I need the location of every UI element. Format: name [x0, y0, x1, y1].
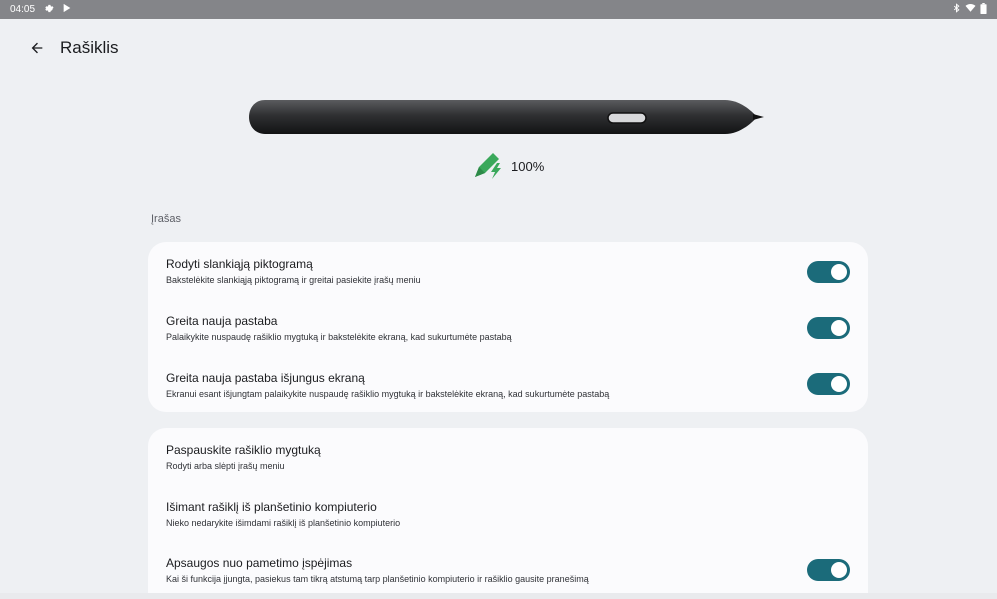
- bluetooth-icon: [952, 3, 961, 16]
- pen-illustration: [247, 96, 767, 140]
- status-time: 04:05: [10, 4, 36, 15]
- toggle-switch[interactable]: [807, 373, 850, 395]
- setting-summary: Nieko nedarykite išimdami rašiklį iš pla…: [166, 518, 401, 528]
- play-store-icon: [62, 3, 72, 16]
- setting-quick-note[interactable]: Greita nauja pastaba Palaikykite nuspaud…: [166, 314, 850, 358]
- setting-summary: Rodyti arba slėpti įrašų meniu: [166, 461, 285, 471]
- setting-pen-button[interactable]: Paspauskite rašiklio mygtuką Rodyti arba…: [166, 443, 850, 487]
- setting-summary: Ekranui esant išjungtam palaikykite nusp…: [166, 389, 610, 399]
- battery-icon: [980, 2, 987, 17]
- back-button[interactable]: [21, 32, 53, 64]
- settings-card: Paspauskite rašiklio mygtuką Rodyti arba…: [148, 428, 868, 599]
- pen-battery: 100%: [473, 152, 544, 180]
- setting-title: Rodyti slankiąją piktogramą: [166, 257, 313, 271]
- status-bar: 04:05: [0, 0, 997, 19]
- setting-title: Išimant rašiklį iš planšetinio kompiuter…: [166, 500, 377, 514]
- setting-remove-pen[interactable]: Išimant rašiklį iš planšetinio kompiuter…: [166, 500, 850, 544]
- settings-icon: [43, 3, 54, 17]
- setting-title: Paspauskite rašiklio mygtuką: [166, 443, 321, 457]
- setting-title: Greita nauja pastaba: [166, 314, 278, 328]
- setting-summary: Kai ši funkcija įjungta, pasiekus tam ti…: [166, 574, 589, 584]
- setting-quick-note-screen-off[interactable]: Greita nauja pastaba išjungus ekraną Ekr…: [166, 371, 850, 415]
- battery-percent: 100%: [511, 158, 545, 174]
- arrow-back-icon: [31, 42, 43, 54]
- setting-floating-icon[interactable]: Rodyti slankiąją piktogramą Bakstelėkite…: [166, 257, 850, 301]
- page-title: Rašiklis: [60, 38, 119, 57]
- toggle-switch[interactable]: [807, 261, 850, 283]
- app-bar: Rašiklis: [0, 30, 997, 66]
- navigation-bar: [0, 593, 997, 599]
- setting-title: Apsaugos nuo pametimo įspėjimas: [166, 556, 353, 570]
- section-header: Įrašas: [151, 213, 181, 225]
- toggle-switch[interactable]: [807, 317, 850, 339]
- pen-charging-icon: [473, 151, 505, 182]
- setting-summary: Palaikykite nuspaudę rašiklio mygtuką ir…: [166, 332, 512, 342]
- wifi-icon: [965, 3, 976, 16]
- toggle-switch[interactable]: [807, 559, 850, 581]
- setting-summary: Bakstelėkite slankiąją piktogramą ir gre…: [166, 275, 421, 285]
- settings-card: Rodyti slankiąją piktogramą Bakstelėkite…: [148, 242, 868, 412]
- setting-title: Greita nauja pastaba išjungus ekraną: [166, 371, 365, 385]
